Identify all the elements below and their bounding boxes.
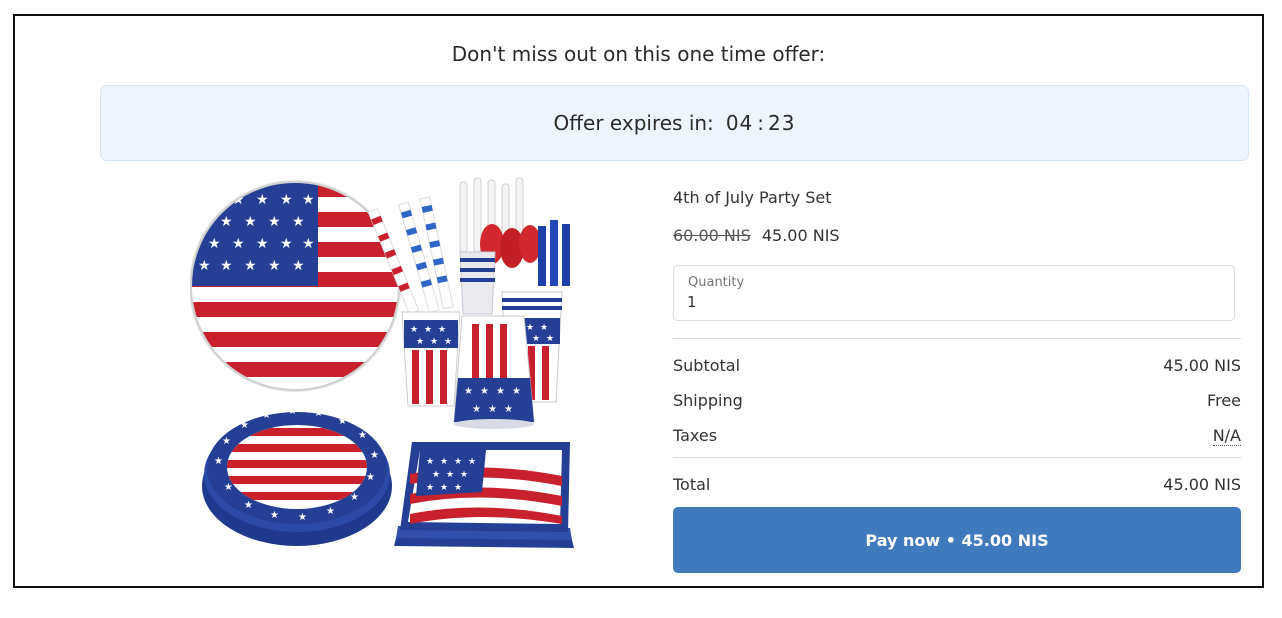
total-value: 45.00 NIS bbox=[1163, 475, 1241, 494]
svg-text:★: ★ bbox=[432, 470, 440, 480]
svg-text:★: ★ bbox=[214, 456, 223, 467]
product-image: ★★★★★ ★★★★★ ★★★★★ ★★★★★ bbox=[190, 177, 574, 548]
taxes-value[interactable]: N/A bbox=[1212, 426, 1241, 446]
cup-stack-left bbox=[459, 251, 496, 315]
timer-label: Offer expires in: bbox=[553, 111, 714, 135]
svg-text:★: ★ bbox=[426, 483, 434, 493]
total-label: Total bbox=[673, 475, 711, 494]
product-title: 4th of July Party Set bbox=[673, 188, 832, 207]
svg-text:★: ★ bbox=[292, 214, 305, 230]
quantity-input[interactable] bbox=[687, 293, 1207, 311]
svg-text:★: ★ bbox=[244, 500, 253, 511]
svg-text:★: ★ bbox=[350, 492, 359, 503]
svg-text:★: ★ bbox=[302, 192, 315, 208]
pay-now-button[interactable]: Pay now • 45.00 NIS bbox=[673, 507, 1241, 573]
svg-text:★: ★ bbox=[208, 236, 221, 252]
svg-text:★: ★ bbox=[314, 408, 323, 419]
svg-text:★: ★ bbox=[440, 457, 448, 467]
svg-text:★: ★ bbox=[208, 192, 221, 208]
svg-text:★: ★ bbox=[240, 420, 249, 431]
svg-text:★: ★ bbox=[480, 386, 489, 397]
svg-text:★: ★ bbox=[244, 214, 257, 230]
offer-headline: Don't miss out on this one time offer: bbox=[451, 42, 826, 66]
svg-text:★: ★ bbox=[244, 258, 257, 274]
svg-text:★: ★ bbox=[268, 214, 281, 230]
svg-text:★: ★ bbox=[280, 192, 293, 208]
svg-text:★: ★ bbox=[546, 334, 554, 344]
cup-left: ★ ★ ★ ★ ★ ★ bbox=[401, 311, 461, 407]
svg-text:★: ★ bbox=[270, 510, 279, 521]
checkout-frame: Don't miss out on this one time offer: O… bbox=[13, 14, 1264, 588]
svg-text:★: ★ bbox=[472, 404, 481, 415]
svg-text:★: ★ bbox=[532, 334, 540, 344]
original-price: 60.00 NIS bbox=[673, 226, 751, 245]
svg-text:★: ★ bbox=[460, 470, 468, 480]
timer-seconds: 23 bbox=[768, 111, 796, 135]
svg-text:★: ★ bbox=[298, 512, 307, 523]
svg-text:★: ★ bbox=[504, 404, 513, 415]
svg-text:★: ★ bbox=[288, 406, 297, 417]
shipping-row: Shipping Free bbox=[673, 391, 1241, 410]
svg-text:★: ★ bbox=[262, 410, 271, 421]
svg-text:★: ★ bbox=[220, 214, 233, 230]
svg-text:★: ★ bbox=[302, 236, 315, 252]
subtotal-row: Subtotal 45.00 NIS bbox=[673, 356, 1241, 375]
svg-text:★: ★ bbox=[370, 450, 379, 461]
svg-text:★: ★ bbox=[526, 323, 534, 333]
quantity-field[interactable]: Quantity bbox=[673, 265, 1235, 321]
svg-text:★: ★ bbox=[426, 457, 434, 467]
svg-text:★: ★ bbox=[438, 325, 446, 335]
subtotal-label: Subtotal bbox=[673, 356, 741, 375]
timer-separator: : bbox=[757, 111, 765, 135]
svg-text:★: ★ bbox=[220, 258, 233, 274]
napkin-stack: ★ ★ ★ ★ ★ ★ ★ ★ ★ ★ bbox=[394, 442, 574, 548]
svg-text:★: ★ bbox=[366, 472, 375, 483]
svg-text:★: ★ bbox=[232, 236, 245, 252]
svg-text:★: ★ bbox=[446, 470, 454, 480]
shipping-label: Shipping bbox=[673, 391, 743, 410]
svg-text:★: ★ bbox=[540, 323, 548, 333]
total-row: Total 45.00 NIS bbox=[673, 475, 1241, 494]
svg-text:★: ★ bbox=[326, 506, 335, 517]
offer-timer-banner: Offer expires in: 04 : 23 bbox=[100, 85, 1249, 161]
small-plate-stack: ★★★★ ★ ★★★ ★★★★ ★★★★ bbox=[202, 406, 392, 546]
svg-text:★: ★ bbox=[464, 386, 473, 397]
sale-price: 45.00 NIS bbox=[761, 226, 840, 245]
svg-text:★: ★ bbox=[292, 258, 305, 274]
svg-text:★: ★ bbox=[358, 430, 367, 441]
svg-text:★: ★ bbox=[440, 483, 448, 493]
svg-text:★: ★ bbox=[256, 236, 269, 252]
svg-text:★: ★ bbox=[222, 436, 231, 447]
quantity-label: Quantity bbox=[688, 275, 745, 290]
shipping-value: Free bbox=[1207, 391, 1241, 410]
svg-text:★: ★ bbox=[256, 192, 269, 208]
taxes-label: Taxes bbox=[673, 426, 718, 445]
svg-text:★: ★ bbox=[224, 482, 233, 493]
divider bbox=[673, 338, 1241, 339]
price-row: 60.00 NIS 45.00 NIS bbox=[673, 226, 840, 245]
svg-text:★: ★ bbox=[338, 416, 347, 427]
svg-text:★: ★ bbox=[430, 337, 438, 347]
cup-front: ★ ★ ★ ★ ★ ★ ★ bbox=[453, 315, 535, 429]
taxes-row: Taxes N/A bbox=[673, 426, 1241, 446]
svg-text:★: ★ bbox=[512, 386, 521, 397]
svg-text:★: ★ bbox=[488, 404, 497, 415]
svg-text:★: ★ bbox=[444, 337, 452, 347]
svg-text:★: ★ bbox=[468, 457, 476, 467]
svg-text:★: ★ bbox=[454, 483, 462, 493]
timer-minutes: 04 bbox=[725, 111, 754, 135]
svg-text:★: ★ bbox=[424, 325, 432, 335]
svg-text:★: ★ bbox=[416, 337, 424, 347]
svg-text:★: ★ bbox=[198, 258, 211, 274]
svg-text:★: ★ bbox=[268, 258, 281, 274]
large-flag-plate: ★ ★ ★ ★ ★ ★ ★ ★ ★ ★ ★ ★ ★ ★ ★ ★ ★ ★ ★ ★ bbox=[190, 180, 401, 392]
divider bbox=[673, 457, 1241, 458]
svg-text:★: ★ bbox=[496, 386, 505, 397]
svg-text:★: ★ bbox=[280, 236, 293, 252]
svg-text:★: ★ bbox=[454, 457, 462, 467]
svg-text:★: ★ bbox=[410, 325, 418, 335]
subtotal-value: 45.00 NIS bbox=[1163, 356, 1241, 375]
